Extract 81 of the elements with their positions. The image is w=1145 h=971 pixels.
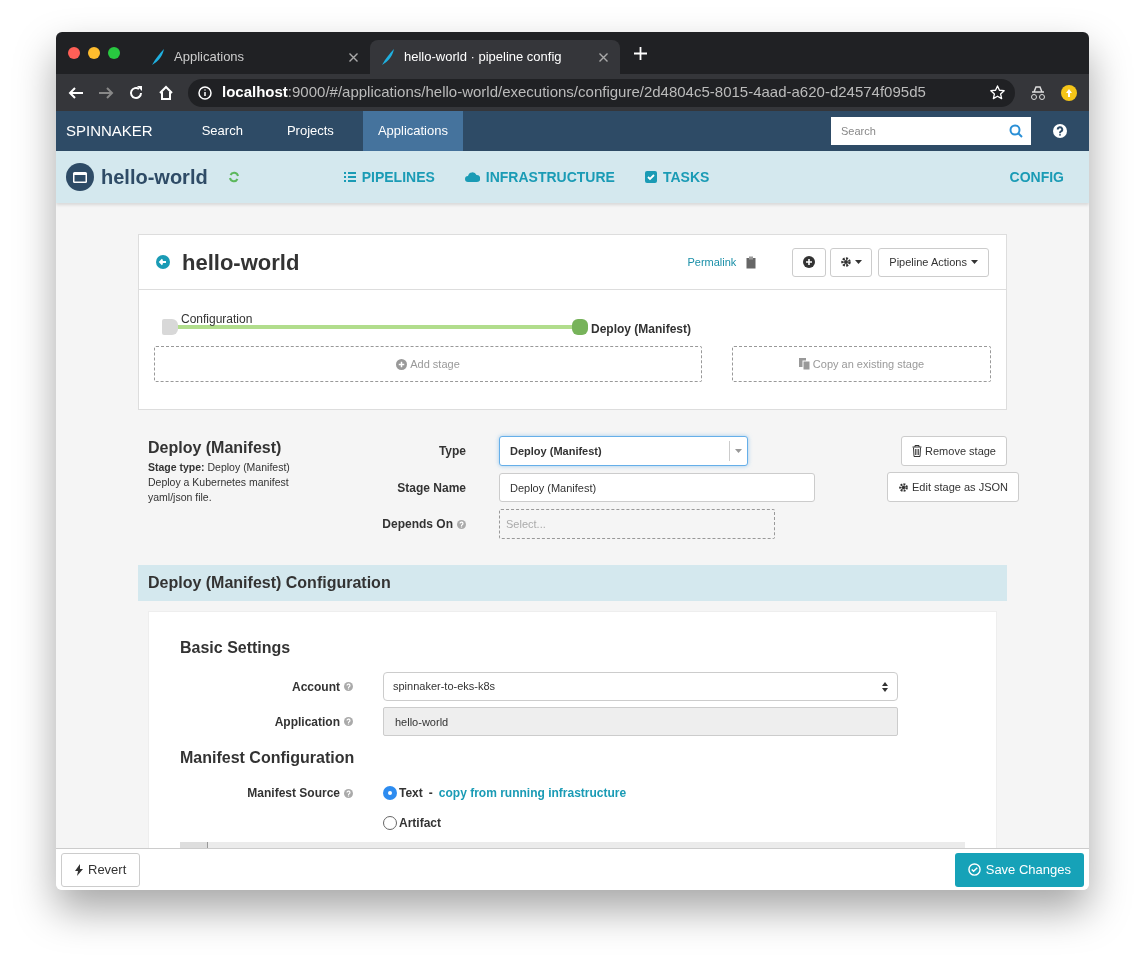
field-label: Stage Name (396, 479, 466, 497)
stage-title: Deploy (Manifest) (148, 438, 283, 458)
stage-label[interactable]: Deploy (Manifest) (591, 320, 691, 338)
close-tab-icon[interactable] (349, 52, 358, 62)
forward-icon[interactable] (98, 84, 114, 101)
caret-icon (971, 260, 978, 264)
nav-link[interactable]: Search (186, 111, 258, 151)
stage-node[interactable] (572, 319, 588, 335)
caret-icon (855, 260, 863, 264)
zoom-window-icon[interactable] (108, 47, 120, 59)
tab-title: Applications (174, 48, 246, 67)
list-icon (343, 172, 356, 182)
brand-logo[interactable]: SPINNAKER (56, 119, 163, 143)
separator-text: - (428, 785, 433, 802)
copy-icon (798, 358, 810, 370)
lightning-icon (75, 863, 83, 876)
radio-label[interactable]: Text (399, 784, 423, 802)
url-text: localhost:9000/#/applications/hello-world/executions/configure/2d4804c5-8015-4aad-a620-d24574f095d5 (222, 82, 926, 103)
stage-type-text: Stage type: Deploy (Manifest) (148, 460, 291, 475)
address-bar[interactable]: localhost:9000/#/applications/hello-world/executions/configure/2d4804c5-8015-4aad-a620-d24574f095d5 (188, 78, 1015, 107)
clipboard-icon[interactable] (746, 255, 758, 269)
reload-icon[interactable] (128, 84, 144, 101)
section-heading: Manifest Configuration (180, 748, 356, 768)
pipeline-name: hello-world (182, 248, 300, 277)
close-tab-icon[interactable] (599, 52, 608, 62)
plus-circle-icon (803, 256, 816, 268)
close-window-icon[interactable] (68, 47, 80, 59)
back-arrow-icon[interactable] (156, 255, 170, 269)
stage-description: Deploy a Kubernetes manifest yaml/json file. (148, 475, 290, 505)
info-icon (198, 85, 212, 100)
check-circle-icon (967, 863, 981, 876)
stage-label[interactable]: Configuration (181, 310, 253, 328)
permalink-link[interactable]: Permalink (687, 253, 737, 271)
add-button[interactable] (792, 247, 827, 277)
remove-stage-button[interactable]: Remove stage (901, 436, 1007, 466)
cloud-icon (464, 172, 480, 182)
field-label: Application (274, 713, 340, 731)
trash-icon (912, 445, 923, 457)
stage-node[interactable] (162, 319, 178, 335)
browser-tab[interactable]: Applications (140, 40, 370, 74)
section-heading: Basic Settings (180, 638, 292, 658)
nav-link[interactable]: Applications (362, 111, 463, 151)
search-field[interactable]: Search (831, 117, 1031, 145)
revert-button[interactable]: Revert (61, 852, 141, 887)
radio-button[interactable] (383, 786, 397, 800)
section-title: Deploy (Manifest) Configuration (148, 573, 391, 593)
nav-link[interactable]: Projects (271, 111, 349, 151)
help-icon[interactable] (1053, 124, 1067, 138)
application-name: hello-world (101, 165, 208, 190)
new-tab-icon[interactable] (634, 47, 647, 60)
field-label: Account (292, 678, 340, 696)
radio-button[interactable] (383, 816, 397, 830)
checkbox-icon (644, 171, 657, 183)
depends-on-field[interactable]: Select... (499, 509, 775, 539)
plus-circle-icon (396, 358, 408, 370)
type-select[interactable]: Deploy (Manifest) (499, 436, 748, 466)
edit-json-button[interactable]: Edit stage as JSON (887, 472, 1019, 502)
settings-icon (898, 481, 909, 493)
pipeline-actions-button[interactable]: Pipeline Actions (878, 247, 989, 277)
field-label: Depends On (382, 516, 453, 533)
stage-name-field[interactable]: Deploy (Manifest) (499, 473, 815, 502)
settings-dropdown-button[interactable] (830, 247, 873, 277)
home-icon[interactable] (158, 84, 174, 101)
profile-avatar-icon[interactable] (1061, 84, 1077, 101)
back-icon[interactable] (68, 84, 84, 101)
application-window-icon (66, 163, 94, 191)
minimize-window-icon[interactable] (88, 47, 100, 59)
browser-tab[interactable]: hello-world · pipeline config (370, 40, 620, 74)
account-select[interactable]: spinnaker-to-eks-k8s (383, 672, 898, 701)
updown-caret-icon (882, 681, 888, 692)
search-icon (1009, 124, 1023, 138)
settings-icon (840, 256, 853, 268)
incognito-icon[interactable] (1029, 84, 1047, 101)
field-label: Manifest Source (247, 785, 340, 802)
sail-logo-icon (382, 49, 396, 65)
bookmark-star-icon[interactable] (990, 85, 1005, 100)
field-label: Type (437, 443, 466, 460)
radio-label[interactable]: Artifact (399, 814, 441, 832)
caret-icon (735, 449, 742, 453)
tab-title: hello-world · pipeline config (404, 48, 563, 67)
sail-logo-icon (152, 49, 166, 65)
